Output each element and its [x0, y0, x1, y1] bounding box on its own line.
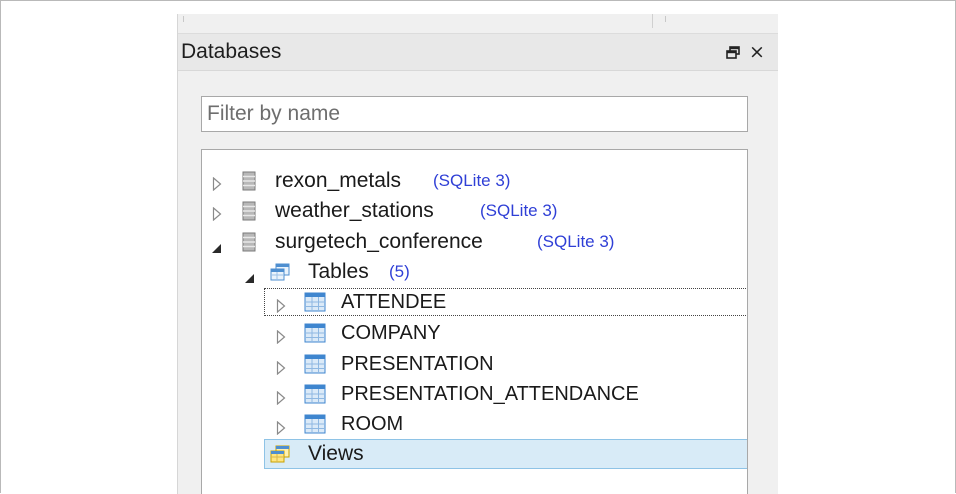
expand-arrow-icon[interactable] [212, 203, 222, 227]
database-type: (SQLite 3) [433, 171, 511, 190]
database-name: rexon_metals [275, 169, 402, 192]
databases-panel: Databases × Filter by name rexon_metals … [177, 14, 778, 494]
divider [652, 14, 653, 28]
divider [665, 16, 666, 22]
expand-arrow-icon[interactable] [276, 357, 286, 381]
panel-top-strip [178, 14, 778, 28]
table-row[interactable]: COMPANY [202, 319, 747, 349]
filter-input[interactable] [201, 96, 748, 132]
table-icon [304, 354, 326, 380]
views-label: Views [308, 442, 364, 465]
tables-folder-icon [270, 263, 290, 287]
tree-item-rexon-metals[interactable]: rexon_metals (SQLite 3) [202, 166, 747, 196]
panel-header: Databases × [178, 33, 778, 71]
table-name: PRESENTATION_ATTENDANCE [341, 383, 639, 405]
collapse-arrow-icon[interactable] [244, 266, 255, 290]
tree-item-tables[interactable]: Tables (5) [202, 257, 747, 287]
expand-arrow-icon[interactable] [276, 295, 286, 319]
table-icon [304, 384, 326, 410]
tree-item-weather-stations[interactable]: weather_stations (SQLite 3) [202, 196, 747, 226]
float-window-icon[interactable] [726, 46, 740, 64]
table-icon [304, 292, 326, 318]
table-row[interactable]: ROOM [202, 410, 747, 440]
database-icon [242, 232, 256, 258]
table-icon [304, 414, 326, 440]
divider [183, 16, 184, 22]
database-icon [242, 201, 256, 227]
close-icon[interactable]: × [749, 40, 765, 64]
views-folder-icon [270, 445, 290, 469]
tables-label: Tables [308, 260, 369, 283]
database-type: (SQLite 3) [480, 201, 558, 220]
panel-title: Databases [181, 40, 282, 63]
table-name: ATTENDEE [341, 291, 447, 313]
table-icon [304, 323, 326, 349]
expand-arrow-icon[interactable] [212, 173, 222, 197]
table-name: PRESENTATION [341, 353, 494, 375]
table-row[interactable]: PRESENTATION_ATTENDANCE [202, 380, 747, 410]
database-icon [242, 171, 256, 197]
database-name: weather_stations [275, 199, 434, 222]
table-row[interactable]: ATTENDEE [202, 288, 747, 318]
database-tree[interactable]: rexon_metals (SQLite 3) weather_stations… [201, 149, 748, 494]
database-type: (SQLite 3) [537, 232, 615, 251]
table-row[interactable]: PRESENTATION [202, 350, 747, 380]
tables-count: (5) [389, 262, 410, 281]
expand-arrow-icon[interactable] [276, 417, 286, 441]
table-name: ROOM [341, 413, 404, 435]
tree-item-views[interactable]: Views [202, 439, 747, 469]
expand-arrow-icon[interactable] [276, 326, 286, 350]
table-name: COMPANY [341, 322, 441, 344]
expand-arrow-icon[interactable] [276, 387, 286, 411]
tree-item-surgetech-conference[interactable]: surgetech_conference (SQLite 3) [202, 227, 747, 257]
focus-outline [264, 288, 747, 316]
database-name: surgetech_conference [275, 230, 483, 253]
